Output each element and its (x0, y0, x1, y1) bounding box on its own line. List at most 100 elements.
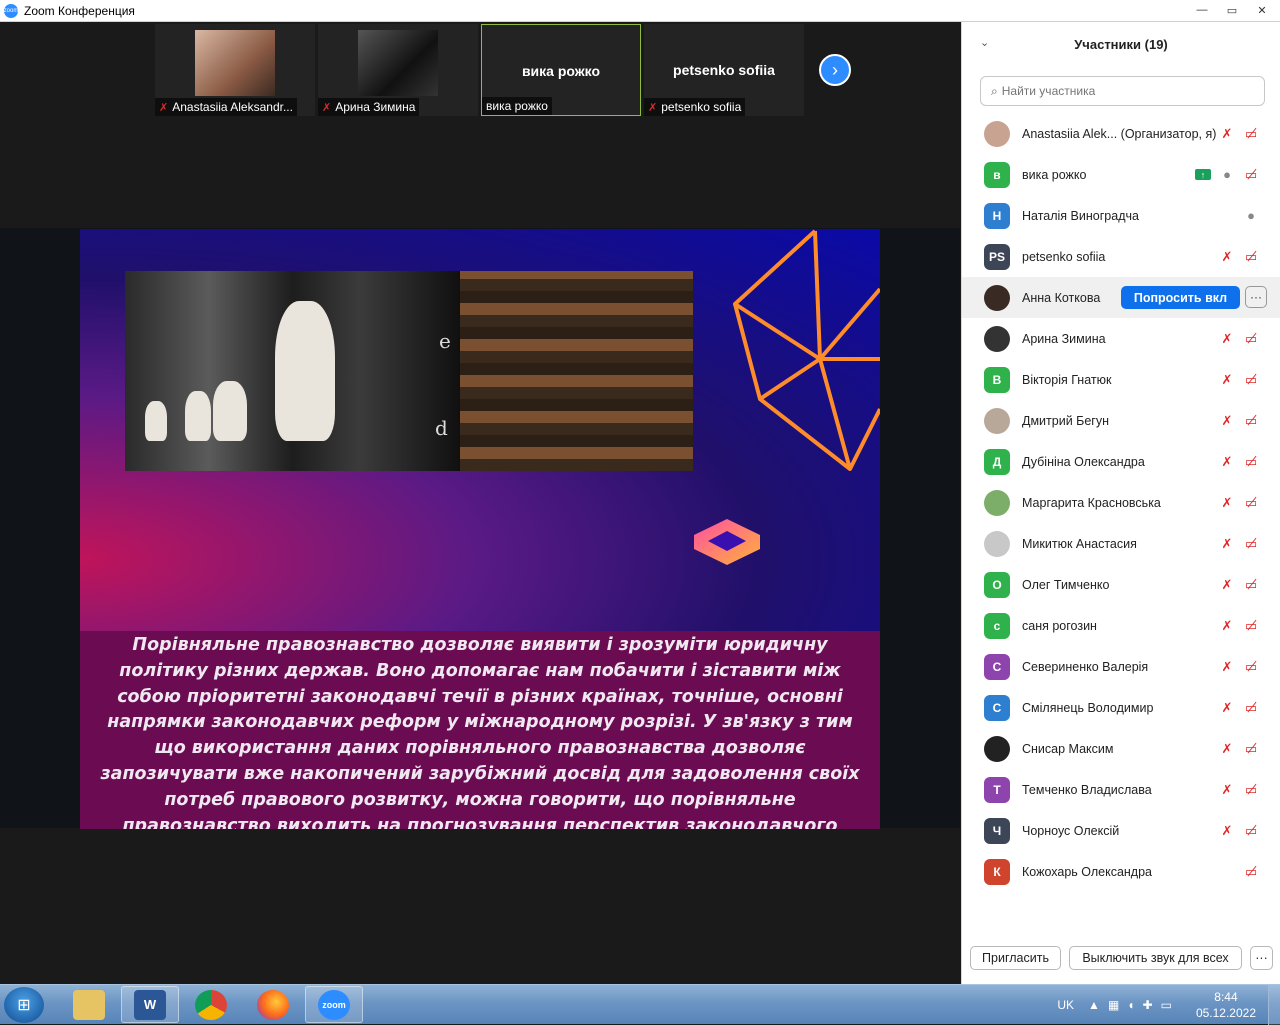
ask-to-unmute-button[interactable]: Попросить вкл (1121, 286, 1240, 309)
wireframe-shape (733, 229, 880, 471)
volume-icon[interactable]: ◖ (1127, 998, 1134, 1012)
participant-row[interactable]: Микитюк Анастасия ✗ ▭̸ (962, 523, 1280, 564)
participant-more-button[interactable]: ··· (1245, 286, 1267, 308)
next-page-arrow-icon[interactable]: › (819, 54, 851, 86)
video-off-icon: ▭̸ (1244, 863, 1258, 879)
avatar: К (984, 858, 1010, 885)
participant-name: Севериненко Валерія (1022, 659, 1149, 674)
participant-row[interactable]: О Олег Тимченко ✗ ▭̸ (962, 564, 1280, 605)
avatar: PS (984, 243, 1010, 270)
video-thumbnail[interactable]: petsenko sofiia ✗ petsenko sofiia (644, 24, 804, 116)
maximize-button[interactable]: ▭ (1218, 2, 1246, 18)
update-icon[interactable]: ✚ (1143, 998, 1153, 1012)
search-input[interactable] (1001, 84, 1242, 98)
mic-off-icon: ✗ (1221, 248, 1233, 264)
system-tray: UK ▲ ▦ ◖ ✚ ▭ 8:44 05.12.2022 (1057, 985, 1280, 1025)
mic-off-icon: ✗ (159, 101, 169, 114)
word-icon[interactable]: W (121, 986, 179, 1023)
avatar: С (984, 653, 1010, 680)
participant-photo (195, 30, 275, 96)
mic-off-icon: ✗ (322, 101, 332, 114)
avatar: С (984, 694, 1010, 721)
video-off-icon: ▭̸ (1244, 822, 1258, 838)
participant-row[interactable]: Дмитрий Бегун ✗ ▭̸ (962, 400, 1280, 441)
mic-off-icon: ✗ (1221, 412, 1233, 428)
display-icon[interactable]: ▭ (1161, 998, 1172, 1012)
bust-sculpture (213, 381, 247, 441)
language-indicator[interactable]: UK (1057, 998, 1074, 1012)
participant-row[interactable]: В Вікторія Гнатюк ✗ ▭̸ (962, 359, 1280, 400)
video-off-icon: ▭̸ (1244, 453, 1258, 469)
tray-expand-icon[interactable]: ▲ (1088, 998, 1100, 1012)
thumbnail-center-name: petsenko sofiia (673, 62, 775, 78)
avatar (984, 284, 1010, 311)
participant-row[interactable]: Н Наталія Виноградча ● (962, 195, 1280, 236)
participant-row[interactable]: К Кожохарь Олександра ▭̸ (962, 851, 1280, 892)
participant-row[interactable]: Anastasiia Alek... (Организатор, я) ✗ ▭̸ (962, 113, 1280, 154)
video-off-icon: ▭̸ (1244, 371, 1258, 387)
thumbnail-center-name: вика рожко (521, 63, 601, 79)
video-off-icon: ▭̸ (1244, 412, 1258, 428)
participant-row[interactable]: с саня рогозин ✗ ▭̸ (962, 605, 1280, 646)
participant-row[interactable]: Ч Чорноус Олексій ✗ ▭̸ (962, 810, 1280, 851)
chrome-icon[interactable] (182, 986, 240, 1023)
window-title: Zoom Конференция (24, 3, 135, 18)
video-off-icon: ▭̸ (1244, 617, 1258, 633)
participant-row[interactable]: Анна Коткова Попросить вкл ··· (962, 277, 1280, 318)
start-button-windows-icon[interactable]: ⊞ (4, 987, 44, 1023)
video-off-icon: ▭̸ (1244, 740, 1258, 756)
participant-search[interactable]: ⌕ (980, 76, 1265, 106)
mic-icon: ● (1247, 208, 1255, 223)
more-options-button[interactable]: ··· (1250, 946, 1273, 970)
participant-photo (358, 30, 438, 96)
collapse-chevron-icon[interactable]: ⌄ (980, 36, 989, 49)
network-icon[interactable]: ▦ (1108, 998, 1119, 1012)
participant-row[interactable]: Маргарита Красновська ✗ ▭̸ (962, 482, 1280, 523)
minimize-button[interactable]: — (1188, 2, 1216, 18)
participant-row[interactable]: Снисар Максим ✗ ▭̸ (962, 728, 1280, 769)
screen-share-icon: ↑ (1195, 169, 1211, 180)
mic-off-icon: ✗ (1221, 781, 1233, 797)
firefox-icon[interactable] (244, 986, 302, 1023)
video-thumbnail[interactable]: ✗ Арина Зимина (318, 24, 478, 116)
video-off-icon: ▭̸ (1244, 699, 1258, 715)
video-thumbnail[interactable]: ✗ Anastasiia Aleksandr... (155, 24, 315, 116)
mic-off-icon: ✗ (1221, 822, 1233, 838)
explorer-icon[interactable] (60, 986, 118, 1023)
zoom-taskbar-icon[interactable]: zoom (305, 986, 363, 1023)
avatar: Т (984, 776, 1010, 803)
clock[interactable]: 8:44 05.12.2022 (1196, 989, 1256, 1021)
participant-row[interactable]: в вика рожко ↑ ● ▭̸ (962, 154, 1280, 195)
video-off-icon: ▭̸ (1244, 535, 1258, 551)
close-button[interactable]: ✕ (1248, 2, 1276, 18)
participant-row[interactable]: PS petsenko sofiia ✗ ▭̸ (962, 236, 1280, 277)
mic-off-icon: ✗ (1221, 576, 1233, 592)
participant-name: Анна Коткова (1022, 290, 1101, 305)
participant-row[interactable]: Арина Зимина ✗ ▭̸ (962, 318, 1280, 359)
video-off-icon: ▭̸ (1244, 576, 1258, 592)
avatar: с (984, 612, 1010, 639)
participant-name: petsenko sofiia (1022, 249, 1106, 264)
mute-all-button[interactable]: Выключить звук для всех (1069, 946, 1242, 970)
participant-row[interactable]: С Смілянець Володимир ✗ ▭̸ (962, 687, 1280, 728)
participant-name: Дмитрий Бегун (1022, 413, 1110, 428)
participant-name: Вікторія Гнатюк (1022, 372, 1112, 387)
avatar (984, 735, 1010, 762)
participant-name: Арина Зимина (1022, 331, 1106, 346)
mic-off-icon: ✗ (1221, 740, 1233, 756)
avatar: Н (984, 202, 1010, 229)
participant-name: Наталія Виноградча (1022, 208, 1139, 223)
participant-name: Олег Тимченко (1022, 577, 1110, 592)
avatar (984, 325, 1010, 352)
video-off-icon: ▭̸ (1244, 781, 1258, 797)
mic-off-icon: ✗ (1221, 617, 1233, 633)
mic-off-icon: ✗ (1221, 494, 1233, 510)
participant-row[interactable]: С Севериненко Валерія ✗ ▭̸ (962, 646, 1280, 687)
show-desktop-button[interactable] (1268, 985, 1280, 1025)
video-thumbnail-active-speaker[interactable]: вика рожко вика рожко (481, 24, 641, 116)
invite-button[interactable]: Пригласить (970, 946, 1061, 970)
mic-off-icon: ✗ (1221, 330, 1233, 346)
participant-row[interactable]: Д Дубініна Олександра ✗ ▭̸ (962, 441, 1280, 482)
participant-list: Anastasiia Alek... (Организатор, я) ✗ ▭̸ в в… (962, 113, 1280, 892)
participant-row[interactable]: Т Темченко Владислава ✗ ▭̸ (962, 769, 1280, 810)
